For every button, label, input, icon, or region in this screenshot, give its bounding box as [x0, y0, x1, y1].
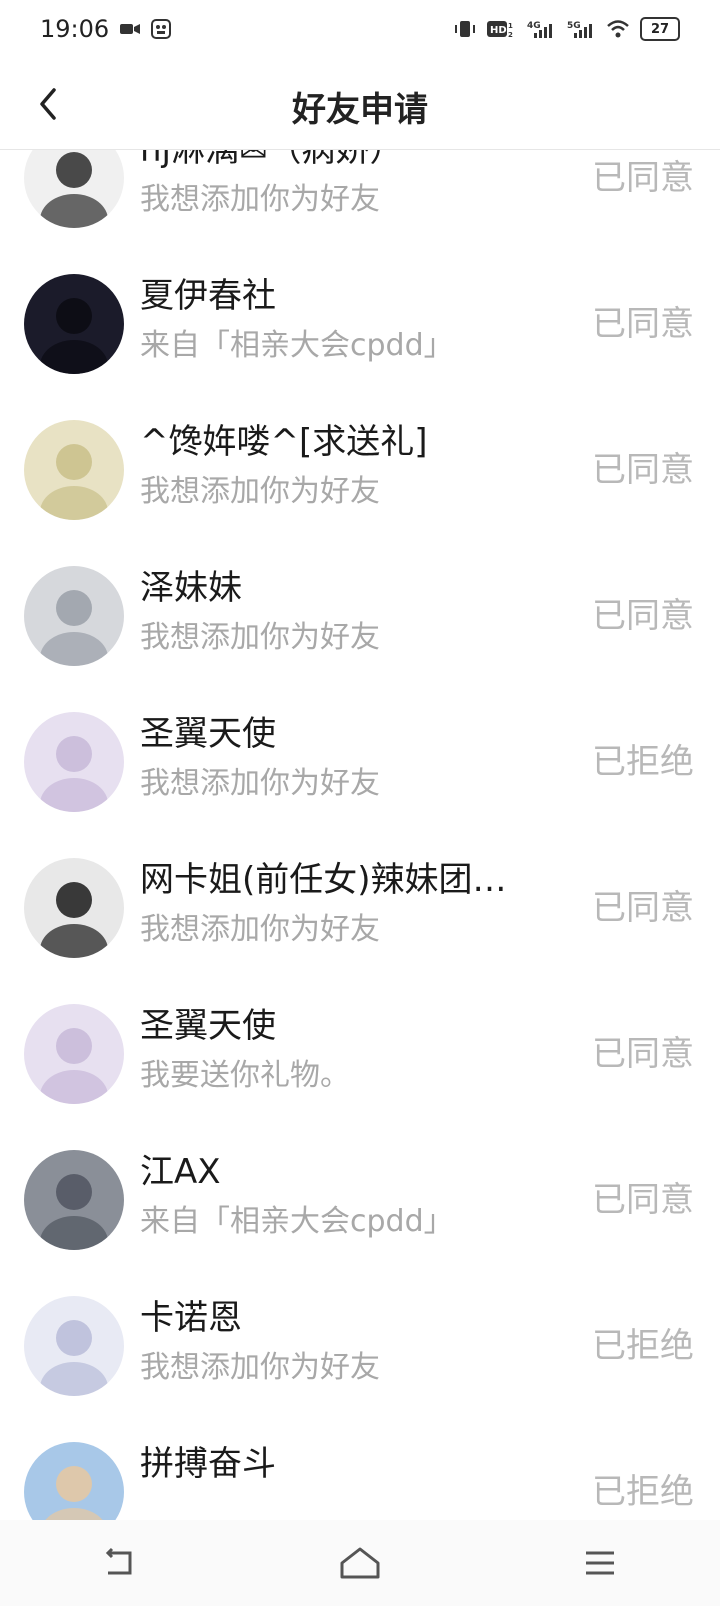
- status-right: HD 1 2 4G 5G 27: [454, 17, 680, 41]
- battery-indicator: 27: [640, 17, 680, 41]
- friend-request-row[interactable]: 圣翼天使我想添加你为好友 已拒绝: [0, 688, 720, 836]
- request-status: 已同意: [592, 1180, 694, 1220]
- page-title: 好友申请: [292, 90, 428, 130]
- requester-name: 夏伊春社: [140, 276, 276, 316]
- friend-request-row[interactable]: ^馋姩喽^[求送礼] 我想添加你为好友 已同意: [0, 396, 720, 544]
- svg-text:5G: 5G: [567, 21, 581, 31]
- menu-nav-button[interactable]: [570, 1533, 630, 1593]
- avatar[interactable]: [24, 1004, 124, 1104]
- request-message: 我想添加你为好友: [140, 766, 380, 801]
- home-nav-button[interactable]: [330, 1533, 390, 1593]
- request-status: 已同意: [592, 596, 694, 636]
- friend-request-row[interactable]: 泽妹妹我想添加你为好友 已同意: [0, 542, 720, 690]
- avatar[interactable]: [24, 150, 124, 228]
- svg-text:1: 1: [508, 22, 513, 30]
- avatar[interactable]: [24, 1296, 124, 1396]
- svg-text:2: 2: [508, 31, 513, 39]
- status-left: 19:06: [40, 15, 172, 43]
- requester-name: 圣翼天使: [140, 1006, 276, 1046]
- back-nav-button[interactable]: [90, 1533, 150, 1593]
- request-status: 已同意: [592, 1034, 694, 1074]
- requester-name: 网卡姐(前任女)辣妹团…: [140, 860, 507, 900]
- request-message: 我想添加你为好友: [140, 1350, 380, 1385]
- back-nav-icon: [105, 1547, 132, 1575]
- avatar[interactable]: [24, 274, 124, 374]
- requester-name: 泽妹妹: [140, 568, 242, 608]
- home-nav-icon: [340, 1547, 380, 1579]
- requester-name: hj淋漓✉（病娇）: [140, 150, 404, 170]
- friend-request-row[interactable]: hj淋漓✉（病娇） 我想添加你为好友 已同意: [0, 150, 720, 252]
- friend-request-row[interactable]: 夏伊春社来自「相亲大会cpdd」 已同意: [0, 250, 720, 398]
- avatar[interactable]: [24, 420, 124, 520]
- friend-request-list[interactable]: hj淋漓✉（病娇） 我想添加你为好友 已同意 夏伊春社 来自「相亲大会cpdd」 已同意 ^…: [0, 150, 720, 1520]
- requester-name: 卡诺恩: [140, 1298, 242, 1338]
- system-nav-bar: [0, 1520, 720, 1606]
- friend-request-row[interactable]: 网卡姐(前任女)辣妹团… 我想添加你为好友 已同意: [0, 834, 720, 982]
- avatar[interactable]: [24, 1150, 124, 1250]
- requester-name: 拼搏奋斗: [140, 1444, 276, 1484]
- 5g-signal-icon: 5G: [566, 19, 596, 39]
- header: 好友申请: [0, 58, 720, 150]
- request-status: 已拒绝: [592, 742, 694, 782]
- request-status: 已同意: [592, 158, 694, 198]
- 4g-signal-icon: 4G: [526, 19, 556, 39]
- requester-name: ^馋姩喽^[求送礼]: [140, 422, 428, 462]
- svg-text:4G: 4G: [527, 21, 541, 31]
- friend-request-row[interactable]: 圣翼天使我要送你礼物。 已同意: [0, 980, 720, 1128]
- avatar[interactable]: [24, 712, 124, 812]
- menu-nav-icon: [586, 1551, 614, 1575]
- avatar[interactable]: [24, 566, 124, 666]
- avatar[interactable]: [24, 1442, 124, 1520]
- status-time: 19:06: [40, 15, 110, 43]
- request-status: 已同意: [592, 450, 694, 490]
- video-icon: [119, 21, 141, 37]
- request-message: 我想添加你为好友: [140, 474, 380, 509]
- avatar[interactable]: [24, 858, 124, 958]
- requester-name: 圣翼天使: [140, 714, 276, 754]
- app-icon: [151, 19, 172, 39]
- friend-request-row[interactable]: 卡诺恩我想添加你为好友 已拒绝: [0, 1272, 720, 1420]
- friend-request-row[interactable]: 拼搏奋斗已拒绝: [0, 1418, 720, 1520]
- request-status: 已同意: [592, 304, 694, 344]
- request-status: 已同意: [592, 888, 694, 928]
- friend-request-row[interactable]: 江AX 来自「相亲大会cpdd」 已同意: [0, 1126, 720, 1274]
- wifi-icon: [606, 19, 630, 39]
- status-bar: 19:06 HD 1 2 4G 5G 27: [0, 0, 720, 58]
- request-status: 已拒绝: [592, 1472, 694, 1512]
- svg-text:HD: HD: [490, 25, 507, 36]
- request-message: 我要送你礼物。: [140, 1058, 350, 1093]
- requester-name: 江AX: [140, 1152, 221, 1192]
- request-message: 我想添加你为好友: [140, 182, 380, 217]
- hd-icon: HD 1 2: [486, 19, 516, 39]
- request-message: 来自「相亲大会cpdd」: [140, 328, 454, 363]
- vibrate-icon: [454, 19, 476, 39]
- request-status: 已拒绝: [592, 1326, 694, 1366]
- request-message: 我想添加你为好友: [140, 912, 380, 947]
- request-message: 我想添加你为好友: [140, 620, 380, 655]
- request-message: 来自「相亲大会cpdd」: [140, 1204, 454, 1239]
